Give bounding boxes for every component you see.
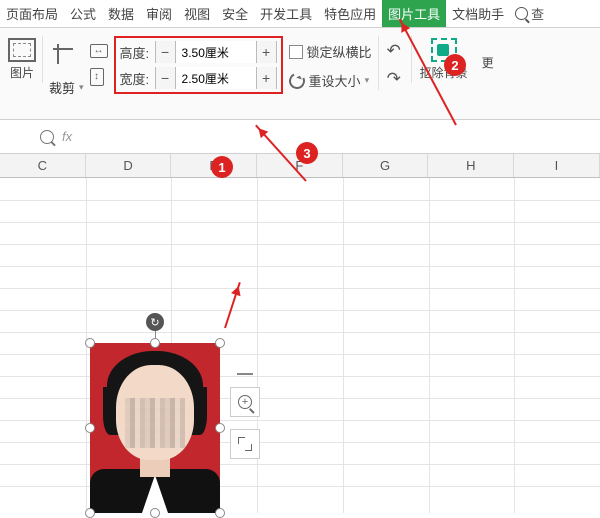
rotate-left-icon[interactable] xyxy=(387,44,405,62)
spreadsheet-grid[interactable]: ↻ xyxy=(0,178,600,513)
search-label: 查 xyxy=(531,4,544,23)
height-increase[interactable]: + xyxy=(256,41,276,63)
rotate-right-icon[interactable] xyxy=(387,72,405,90)
lock-ratio-checkbox[interactable]: 锁定纵横比 xyxy=(289,42,372,61)
width-row: 宽度: − + xyxy=(120,67,277,89)
expand-icon xyxy=(238,437,252,451)
col-header[interactable]: I xyxy=(514,154,600,177)
tab-data[interactable]: 数据 xyxy=(102,0,140,28)
height-label: 高度: xyxy=(120,43,152,62)
resize-handle-t[interactable] xyxy=(150,338,160,348)
reset-size-label: 重设大小 xyxy=(309,71,361,90)
reset-icon xyxy=(286,70,307,91)
expand-button[interactable] xyxy=(230,429,260,459)
picture-label: 图片 xyxy=(10,64,34,81)
col-header[interactable]: H xyxy=(428,154,514,177)
reset-size-button[interactable]: 重设大小 ▾ xyxy=(289,71,372,90)
tab-page-layout[interactable]: 页面布局 xyxy=(0,0,64,28)
width-label: 宽度: xyxy=(120,69,152,88)
resize-handle-r[interactable] xyxy=(215,423,225,433)
annotation-callout-3: 3 xyxy=(296,142,318,164)
zoom-button[interactable] xyxy=(230,387,260,417)
resize-handle-br[interactable] xyxy=(215,508,225,518)
tab-picture-tools[interactable]: 图片工具 xyxy=(382,0,446,28)
size-group: 高度: − + 宽度: − + xyxy=(114,36,283,94)
zoom-icon xyxy=(238,395,252,409)
lock-ratio-label: 锁定纵横比 xyxy=(307,42,372,61)
search-icon xyxy=(515,7,528,20)
col-header[interactable]: D xyxy=(86,154,172,177)
tab-bar: 页面布局 公式 数据 审阅 视图 安全 开发工具 特色应用 图片工具 文档助手 … xyxy=(0,0,600,28)
width-stepper: − + xyxy=(155,67,277,89)
preview-icon[interactable] xyxy=(40,130,54,144)
more-label: 更 xyxy=(482,54,494,71)
photo-content xyxy=(90,343,220,513)
checkbox-icon xyxy=(289,45,303,59)
width-decrease[interactable]: − xyxy=(156,67,176,89)
height-row: 高度: − + xyxy=(120,41,277,63)
image-float-toolbar xyxy=(230,373,260,459)
resize-handle-tl[interactable] xyxy=(85,338,95,348)
tab-formula[interactable]: 公式 xyxy=(64,0,102,28)
minus-icon xyxy=(237,373,253,375)
collapse-button[interactable] xyxy=(230,373,260,375)
tab-special[interactable]: 特色应用 xyxy=(318,0,382,28)
rotate-handle[interactable]: ↻ xyxy=(146,313,164,331)
annotation-callout-2: 2 xyxy=(444,54,466,76)
tab-dev-tools[interactable]: 开发工具 xyxy=(254,0,318,28)
tab-security[interactable]: 安全 xyxy=(216,0,254,28)
crop-icon xyxy=(53,44,77,68)
picture-button[interactable]: 图片 xyxy=(4,36,43,83)
crop-label: 裁剪 xyxy=(49,78,75,97)
flip-horizontal-icon[interactable] xyxy=(90,44,108,58)
resize-handle-bl[interactable] xyxy=(85,508,95,518)
ribbon: 图片 裁剪 ▾ 高度: − + 宽度: − + xyxy=(0,28,600,120)
fx-label[interactable]: fx xyxy=(62,129,72,144)
crop-button[interactable] xyxy=(49,42,84,70)
width-input[interactable] xyxy=(176,67,256,89)
flip-vertical-icon[interactable] xyxy=(90,68,104,86)
height-decrease[interactable]: − xyxy=(156,41,176,63)
picture-icon xyxy=(8,38,36,62)
chevron-down-icon: ▾ xyxy=(365,75,370,86)
search-button[interactable]: 查 xyxy=(510,0,549,27)
chevron-down-icon[interactable]: ▾ xyxy=(79,82,84,93)
tab-view[interactable]: 视图 xyxy=(178,0,216,28)
tab-doc-helper[interactable]: 文档助手 xyxy=(446,0,510,28)
annotation-callout-1: 1 xyxy=(211,156,233,178)
col-header[interactable]: C xyxy=(0,154,86,177)
tab-review[interactable]: 审阅 xyxy=(140,0,178,28)
height-stepper: − + xyxy=(155,41,277,63)
resize-handle-tr[interactable] xyxy=(215,338,225,348)
width-increase[interactable]: + xyxy=(256,67,276,89)
height-input[interactable] xyxy=(176,41,256,63)
resize-handle-b[interactable] xyxy=(150,508,160,518)
selected-image[interactable]: ↻ xyxy=(90,343,220,513)
more-button[interactable]: 更 xyxy=(478,36,498,73)
resize-handle-l[interactable] xyxy=(85,423,95,433)
col-header[interactable]: G xyxy=(343,154,429,177)
